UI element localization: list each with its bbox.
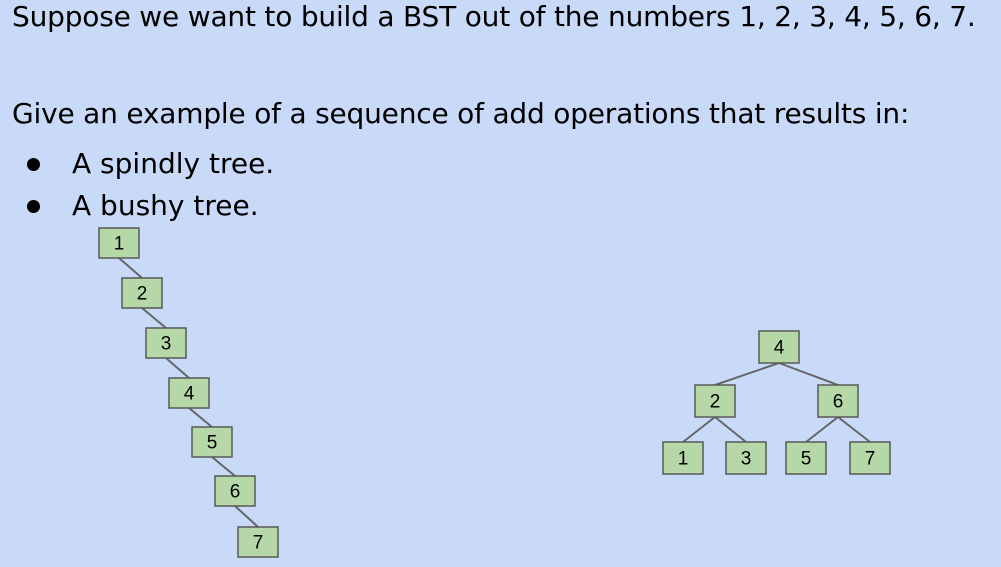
spindly-node-3: 3: [145, 327, 187, 359]
bushy-node-label: 1: [678, 449, 689, 470]
bushy-edge-4-2: [714, 362, 780, 386]
spindly-node-6: 6: [214, 475, 256, 507]
bushy-edge-4-6: [778, 362, 839, 386]
bushy-node-2: 2: [694, 384, 736, 418]
spindly-edge-2-3: [141, 307, 167, 329]
spindly-node-4: 4: [168, 377, 210, 409]
spindly-edge-4-5: [188, 407, 213, 428]
spindly-edge-1-2: [118, 257, 143, 279]
spindly-node-2: 2: [121, 277, 163, 309]
spindly-node-5: 5: [191, 426, 233, 458]
spindly-node-1: 1: [98, 227, 140, 259]
spindly-edge-3-4: [165, 357, 190, 379]
spindly-node-label: 4: [184, 384, 195, 405]
spindly-node-label: 2: [137, 284, 148, 305]
bushy-node-7: 7: [849, 441, 891, 475]
bushy-node-5: 5: [785, 441, 827, 475]
bushy-node-label: 5: [801, 449, 812, 470]
bushy-node-3: 3: [725, 441, 767, 475]
spindly-edge-6-7: [234, 505, 259, 528]
bushy-node-4: 4: [758, 330, 800, 364]
bushy-edge-2-1: [682, 416, 716, 443]
spindly-node-label: 6: [230, 482, 241, 503]
bushy-edge-6-7: [837, 416, 871, 443]
spindly-edge-5-6: [211, 456, 236, 477]
tree-diagrams: 1 2 3 4 5 6 7 4 2 6 1 3 5 7: [98, 227, 891, 558]
spindly-node-label: 5: [207, 433, 218, 454]
spindly-tree: 1 2 3 4 5 6 7: [98, 227, 279, 558]
bushy-node-1: 1: [662, 441, 704, 475]
bushy-edge-2-3: [714, 416, 747, 443]
bushy-edge-6-5: [805, 416, 839, 443]
bushy-node-label: 6: [833, 392, 844, 413]
bushy-node-6: 6: [817, 384, 859, 418]
bushy-node-label: 4: [774, 338, 785, 359]
bushy-node-label: 7: [865, 449, 876, 470]
bushy-tree: 4 2 6 1 3 5 7: [662, 330, 891, 475]
spindly-node-label: 1: [114, 234, 125, 255]
bushy-node-label: 3: [741, 449, 752, 470]
slide: Suppose we want to build a BST out of th…: [0, 0, 1001, 567]
spindly-node-label: 7: [253, 533, 264, 554]
bushy-node-label: 2: [710, 392, 721, 413]
spindly-node-label: 3: [161, 334, 172, 355]
spindly-node-7: 7: [237, 526, 279, 558]
